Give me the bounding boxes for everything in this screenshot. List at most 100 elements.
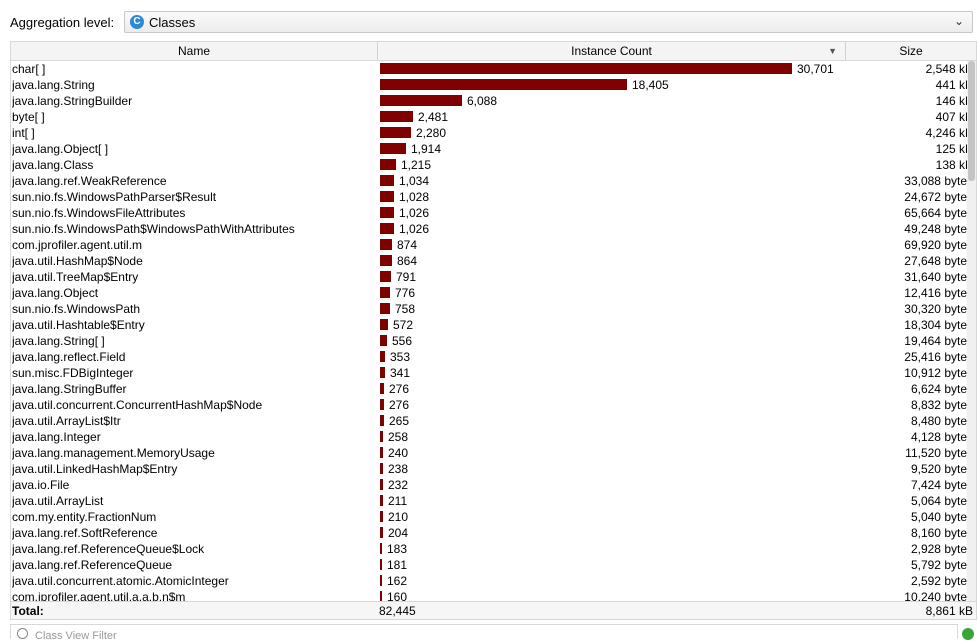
class-name: java.lang.ref.WeakReference: [12, 174, 167, 188]
instance-count-bar: [380, 111, 413, 122]
class-name: java.lang.management.MemoryUsage: [12, 446, 215, 460]
instance-count-value: 1,028: [399, 190, 430, 204]
column-header-name[interactable]: Name: [11, 42, 378, 60]
table-row[interactable]: java.util.HashMap$Node 864 27,648 bytes: [11, 253, 976, 269]
size-value: 8,480 bytes: [910, 414, 973, 428]
instance-count-value: 2,481: [418, 110, 449, 124]
table-row[interactable]: java.io.File 232 7,424 bytes: [11, 477, 976, 493]
table-row[interactable]: int[ ] 2,280 4,246 kB: [11, 125, 976, 141]
table-row[interactable]: java.lang.Object 776 12,416 bytes: [11, 285, 976, 301]
instance-count-value: 204: [388, 526, 409, 540]
instance-count-value: 1,914: [411, 142, 442, 156]
size-value: 12,416 bytes: [904, 286, 973, 300]
class-name: java.lang.Object: [12, 286, 99, 300]
scrollbar-thumb[interactable]: [968, 61, 975, 181]
instance-count-cell: 1,034: [379, 173, 845, 189]
instance-count-cell: 1,215: [379, 157, 845, 173]
table-row[interactable]: sun.misc.FDBigInteger 341 10,912 bytes: [11, 365, 976, 381]
table-row[interactable]: java.util.concurrent.ConcurrentHashMap$N…: [11, 397, 976, 413]
table-row[interactable]: java.lang.String 18,405 441 kB: [11, 77, 976, 93]
chevron-down-icon[interactable]: ⌄: [954, 14, 964, 28]
instance-count-value: 2,280: [416, 126, 447, 140]
instance-count-bar: [380, 223, 394, 234]
table-row[interactable]: java.lang.Object[ ] 1,914 125 kB: [11, 141, 976, 157]
table-row[interactable]: sun.nio.fs.WindowsPathParser$Result 1,028…: [11, 189, 976, 205]
table-row[interactable]: com.my.entity.FractionNum 210 5,040 bytes: [11, 509, 976, 525]
instance-count-value: 240: [388, 446, 409, 460]
instance-count-value: 258: [388, 430, 409, 444]
table-row[interactable]: java.util.ArrayList$Itr 265 8,480 bytes: [11, 413, 976, 429]
instance-count-value: 776: [395, 286, 416, 300]
size-value: 18,304 bytes: [904, 318, 973, 332]
class-name: sun.nio.fs.WindowsPath$WindowsPathWithAt…: [12, 222, 295, 236]
table-row[interactable]: java.lang.ref.ReferenceQueue 181 5,792 byt…: [11, 557, 976, 573]
aggregation-level-select[interactable]: C Classes ⌄: [124, 11, 973, 33]
instance-count-bar: [380, 239, 392, 250]
instance-count-cell: 2,481: [379, 109, 845, 125]
instance-count-bar: [380, 319, 388, 330]
instance-count-bar: [380, 127, 411, 138]
class-name: java.util.concurrent.atomic.AtomicIntege…: [12, 574, 229, 588]
search-icon: [17, 628, 28, 639]
size-value: 30,320 bytes: [904, 302, 973, 316]
table-header: Name Instance Count ▼ Size: [11, 42, 976, 61]
table-row[interactable]: java.util.ArrayList 211 5,064 bytes: [11, 493, 976, 509]
instance-count-value: 1,026: [399, 206, 430, 220]
table-row[interactable]: java.lang.ref.SoftReference 204 8,160 byte…: [11, 525, 976, 541]
column-header-instance-count[interactable]: Instance Count ▼: [378, 42, 846, 60]
class-name: java.lang.ref.ReferenceQueue: [12, 558, 173, 572]
table-row[interactable]: java.lang.ref.WeakReference 1,034 33,088 b…: [11, 173, 976, 189]
instance-count-bar: [380, 463, 383, 474]
instance-count-bar: [380, 479, 383, 490]
size-value: 2,548 kB: [925, 62, 973, 76]
table-row[interactable]: java.lang.ref.ReferenceQueue$Lock 183 2,92…: [11, 541, 976, 557]
class-table: Name Instance Count ▼ Size char[ ] 30,701 2…: [10, 41, 977, 620]
size-value: 4,128 bytes: [910, 430, 973, 444]
table-row[interactable]: java.util.concurrent.atomic.AtomicIntege…: [11, 573, 976, 589]
column-header-name-label: Name: [177, 44, 210, 58]
class-name: java.lang.StringBuffer: [12, 382, 127, 396]
class-name: java.lang.String: [12, 78, 95, 92]
table-row[interactable]: java.util.Hashtable$Entry 572 18,304 bytes: [11, 317, 976, 333]
instance-count-bar: [380, 79, 627, 90]
size-value: 407 kB: [935, 110, 973, 124]
table-row[interactable]: sun.nio.fs.WindowsFileAttributes 1,026 65,…: [11, 205, 976, 221]
instance-count-cell: 238: [379, 461, 845, 477]
table-row[interactable]: java.lang.StringBuilder 6,088 146 kB: [11, 93, 976, 109]
instance-count-cell: 1,028: [379, 189, 845, 205]
instance-count-value: 183: [387, 542, 408, 556]
class-name: sun.nio.fs.WindowsPathParser$Result: [12, 190, 217, 204]
instance-count-value: 791: [396, 270, 417, 284]
instance-count-cell: 776: [379, 285, 845, 301]
table-row[interactable]: java.lang.reflect.Field 353 25,416 bytes: [11, 349, 976, 365]
instance-count-cell: 204: [379, 525, 845, 541]
size-value: 5,792 bytes: [910, 558, 973, 572]
instance-count-value: 1,034: [399, 174, 430, 188]
table-row[interactable]: byte[ ] 2,481 407 kB: [11, 109, 976, 125]
table-row[interactable]: com.jprofiler.agent.util.m 874 69,920 byte…: [11, 237, 976, 253]
table-row[interactable]: java.lang.Integer 258 4,128 bytes: [11, 429, 976, 445]
size-value: 8,832 bytes: [910, 398, 973, 412]
instance-count-value: 1,215: [401, 158, 432, 172]
table-row[interactable]: java.lang.StringBuffer 276 6,624 bytes: [11, 381, 976, 397]
instance-count-bar: [380, 191, 394, 202]
status-indicator-icon[interactable]: [962, 628, 974, 640]
class-name: int[ ]: [12, 126, 35, 140]
class-name: java.lang.reflect.Field: [12, 350, 126, 364]
table-row[interactable]: sun.nio.fs.WindowsPath$WindowsPathWithAt…: [11, 221, 976, 237]
class-name: java.lang.ref.ReferenceQueue$Lock: [12, 542, 205, 556]
table-row[interactable]: char[ ] 30,701 2,548 kB: [11, 61, 976, 77]
table-row[interactable]: java.util.LinkedHashMap$Entry 238 9,520 by…: [11, 461, 976, 477]
table-row[interactable]: java.lang.management.MemoryUsage 240 11,52…: [11, 445, 976, 461]
class-view-filter[interactable]: Class View Filter: [10, 624, 958, 642]
column-header-size[interactable]: Size: [846, 42, 976, 60]
instance-count-bar: [380, 383, 384, 394]
table-row[interactable]: java.util.TreeMap$Entry 791 31,640 bytes: [11, 269, 976, 285]
instance-count-value: 276: [389, 382, 410, 396]
instance-count-bar: [380, 175, 394, 186]
table-row[interactable]: java.lang.String[ ] 556 19,464 bytes: [11, 333, 976, 349]
table-row[interactable]: java.lang.Class 1,215 138 kB: [11, 157, 976, 173]
instance-count-bar: [380, 575, 382, 586]
size-value: 27,648 bytes: [904, 254, 973, 268]
table-row[interactable]: sun.nio.fs.WindowsPath 758 30,320 bytes: [11, 301, 976, 317]
